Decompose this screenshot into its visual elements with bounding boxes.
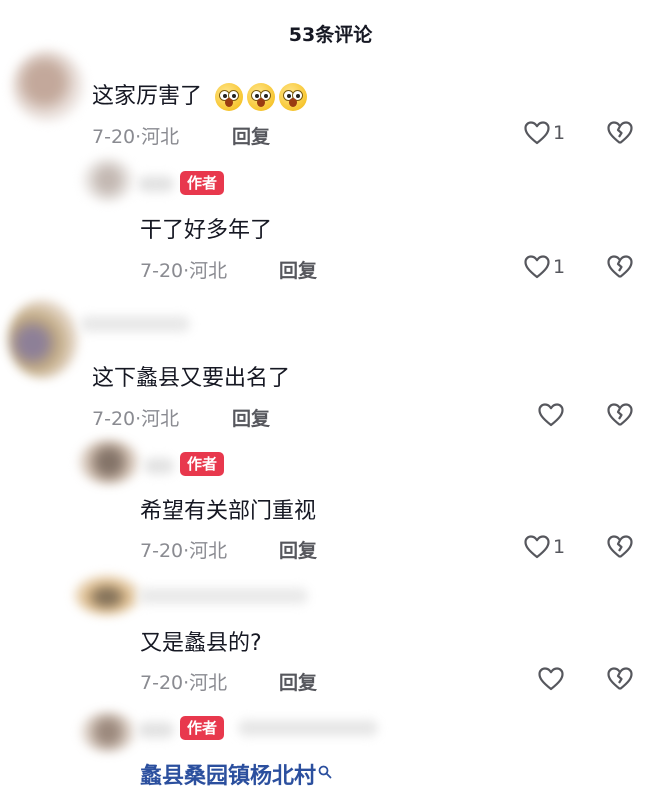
search-icon: [318, 760, 332, 785]
reply-button[interactable]: 回复: [232, 404, 270, 431]
emoji-group: [215, 83, 308, 111]
author-name[interactable]: [138, 722, 174, 738]
comment-text[interactable]: 蠡县桑园镇杨北村: [140, 758, 332, 790]
reply-button[interactable]: 回复: [279, 536, 317, 563]
author-name[interactable]: [80, 316, 190, 332]
author-badge: 作者: [180, 171, 225, 195]
broken-heart-icon: [607, 121, 633, 144]
like-button[interactable]: [538, 667, 567, 691]
comment-text: 这下蠡县又要出名了: [92, 366, 291, 391]
dislike-button[interactable]: [607, 121, 633, 149]
like-button[interactable]: 1: [524, 255, 565, 279]
comment-meta: 7-20·河北: [140, 672, 228, 694]
author-badge: 作者: [180, 716, 225, 740]
reply-button[interactable]: 回复: [279, 256, 317, 283]
author-name[interactable]: [138, 588, 308, 604]
broken-heart-icon: [607, 535, 633, 558]
astonished-emoji-icon: [279, 83, 308, 111]
like-count: 1: [553, 122, 566, 144]
avatar[interactable]: [82, 158, 134, 202]
author-badge: 作者: [180, 452, 225, 476]
heart-icon: [524, 535, 550, 559]
comment-meta: 7-20·河北: [140, 540, 228, 562]
dislike-button[interactable]: [607, 255, 633, 283]
like-count: 1: [553, 536, 566, 558]
comment-meta: 7-20·河北: [140, 260, 228, 282]
reply-target-name[interactable]: [238, 720, 378, 736]
dislike-button[interactable]: [607, 667, 633, 695]
author-name[interactable]: [144, 458, 174, 474]
avatar[interactable]: [78, 440, 140, 484]
comment-meta: 7-20·河北: [92, 126, 180, 148]
reply-button[interactable]: 回复: [232, 122, 270, 149]
comment-text: 干了好多年了: [140, 218, 273, 243]
broken-heart-icon: [607, 403, 633, 426]
comment-text: 希望有关部门重视: [140, 499, 317, 524]
heart-icon: [538, 403, 564, 427]
broken-heart-icon: [607, 667, 633, 690]
heart-icon: [538, 667, 564, 691]
like-button[interactable]: 1: [524, 121, 565, 145]
heart-icon: [524, 121, 550, 145]
heart-icon: [524, 255, 550, 279]
author-name[interactable]: [138, 176, 174, 192]
like-button[interactable]: [538, 403, 567, 427]
dislike-button[interactable]: [607, 403, 633, 431]
like-count: 1: [553, 256, 566, 278]
comment-text: 又是蠡县的?: [140, 631, 262, 656]
astonished-emoji-icon: [215, 83, 244, 111]
broken-heart-icon: [607, 255, 633, 278]
astonished-emoji-icon: [247, 83, 276, 111]
comment-meta: 7-20·河北: [92, 408, 180, 430]
avatar[interactable]: [8, 300, 78, 378]
avatar[interactable]: [74, 575, 140, 615]
avatar[interactable]: [12, 50, 84, 122]
reply-button[interactable]: 回复: [279, 668, 317, 695]
location-mention-link[interactable]: 蠡县桑园镇杨北村: [140, 764, 316, 789]
avatar[interactable]: [80, 712, 136, 752]
comment-body: 这家厉害了: [92, 84, 203, 109]
like-button[interactable]: 1: [524, 535, 565, 559]
comments-count-title: 53条评论: [288, 24, 373, 46]
dislike-button[interactable]: [607, 535, 633, 563]
comment-text: 这家厉害了: [92, 78, 308, 111]
